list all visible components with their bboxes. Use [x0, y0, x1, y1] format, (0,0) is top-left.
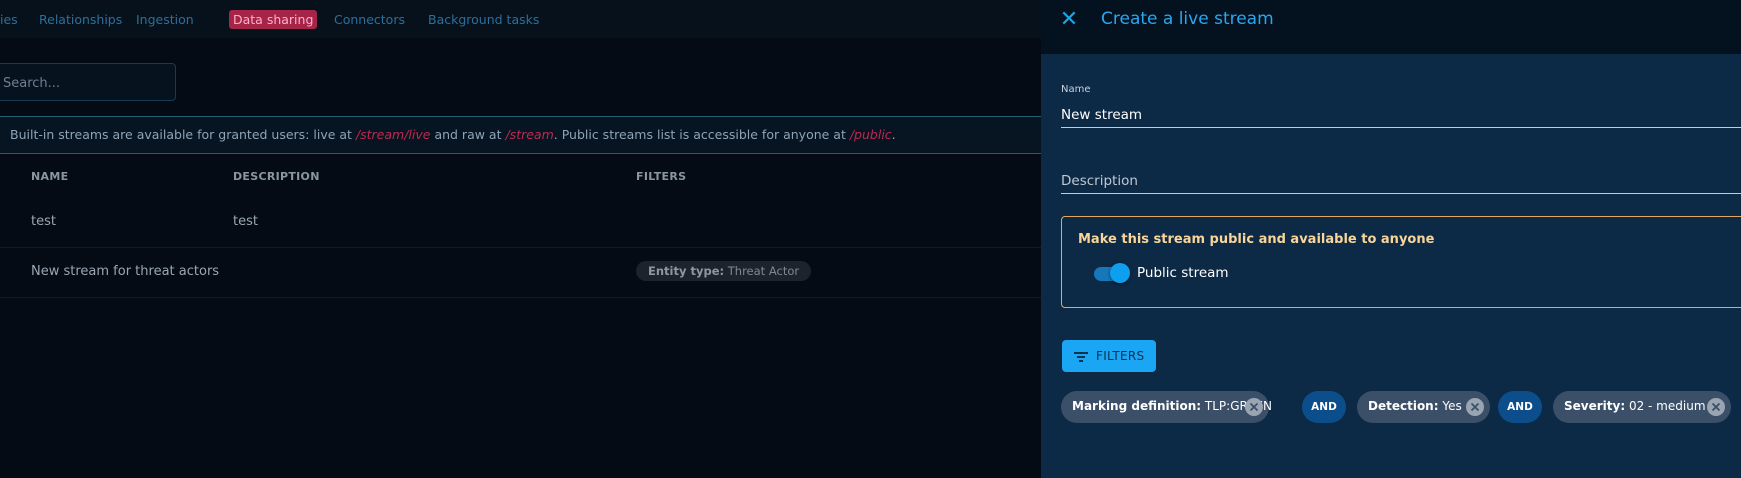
info-path-live: /stream/live [355, 127, 431, 142]
nav-tab-entities[interactable]: ies [0, 10, 22, 29]
remove-filter-icon[interactable] [1707, 398, 1725, 416]
and-operator-chip[interactable]: AND [1498, 391, 1542, 423]
row-name: test [31, 214, 56, 229]
chip-value: Yes [1438, 399, 1462, 413]
info-banner: Built-in streams are available for grant… [0, 116, 1041, 154]
info-text-3: . Public streams list is accessible for … [553, 127, 850, 142]
nav-tab-ingestion[interactable]: Ingestion [132, 10, 198, 29]
public-stream-label: Public stream [1137, 265, 1229, 281]
search-field [0, 63, 176, 101]
nav-tab-data-sharing[interactable]: Data sharing [229, 10, 318, 29]
nav-tab-connectors[interactable]: Connectors [330, 10, 409, 29]
row-filter-key: Entity type: [648, 264, 725, 278]
filters-button-label: FILTERS [1096, 349, 1145, 363]
nav-tab-background-tasks[interactable]: Background tasks [424, 10, 543, 29]
public-stream-box: Make this stream public and available to… [1061, 216, 1741, 308]
info-text-4: . [891, 127, 896, 142]
public-stream-title: Make this stream public and available to… [1078, 232, 1435, 247]
filter-chip-severity: Severity: 02 - medium [1553, 391, 1731, 423]
chip-key: Marking definition: [1072, 399, 1202, 413]
column-header-name[interactable]: NAME [31, 170, 68, 183]
name-field [1061, 104, 1741, 128]
row-name: New stream for threat actors [31, 264, 220, 279]
row-filter-value: Threat Actor [724, 264, 800, 278]
filters-button[interactable]: FILTERS [1062, 340, 1156, 372]
column-header-filters: FILTERS [636, 170, 687, 183]
row-filter-chip: Entity type: Threat Actor [636, 261, 812, 281]
column-header-description[interactable]: DESCRIPTION [233, 170, 320, 183]
remove-filter-icon[interactable] [1245, 398, 1263, 416]
drawer-header: ✕ Create a live stream [1041, 0, 1741, 54]
info-text-2: and raw at [430, 127, 506, 142]
chip-value: 02 - medium [1625, 399, 1706, 413]
name-input[interactable] [1061, 107, 1741, 127]
drawer-title: Create a live stream [1101, 9, 1274, 29]
remove-filter-icon[interactable] [1466, 398, 1484, 416]
filter-chip-marking: Marking definition: TLP:GREEN [1061, 391, 1272, 423]
close-icon[interactable]: ✕ [1059, 9, 1079, 31]
filter-chip-detection: Detection: Yes [1357, 391, 1490, 423]
app-root: ies Relationships Ingestion Data sharing… [0, 0, 1741, 478]
search-input[interactable] [3, 73, 163, 93]
toggle-thumb [1110, 263, 1130, 283]
description-input[interactable] [1061, 173, 1741, 193]
chip-key: Severity: [1564, 399, 1626, 413]
info-text-1: Built-in streams are available for grant… [10, 127, 356, 142]
filter-list-icon [1073, 349, 1089, 363]
name-label: Name [1061, 84, 1091, 95]
chip-key: Detection: [1368, 399, 1439, 413]
description-field [1061, 170, 1741, 194]
table-row[interactable]: New stream for threat actors Entity type… [0, 248, 1041, 298]
nav-tab-relationships[interactable]: Relationships [35, 10, 126, 29]
table-row[interactable]: test test [0, 198, 1041, 248]
and-operator-chip[interactable]: AND [1302, 391, 1346, 423]
public-stream-toggle[interactable] [1092, 261, 1130, 285]
top-navigation: ies Relationships Ingestion Data sharing… [0, 0, 1041, 38]
create-stream-drawer: ✕ Create a live stream Name Make this st… [1041, 0, 1741, 478]
info-path-public: /public [849, 127, 892, 142]
info-path-raw: /stream [505, 127, 554, 142]
row-description: test [233, 214, 258, 229]
